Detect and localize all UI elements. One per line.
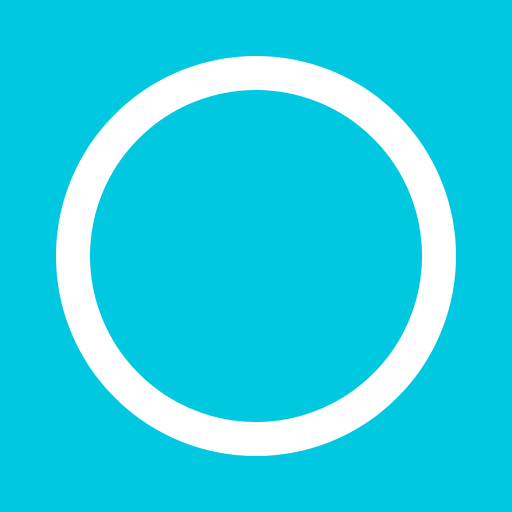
ring-icon [56, 56, 456, 456]
app-icon-canvas [0, 0, 512, 512]
ring-outline [56, 56, 456, 456]
